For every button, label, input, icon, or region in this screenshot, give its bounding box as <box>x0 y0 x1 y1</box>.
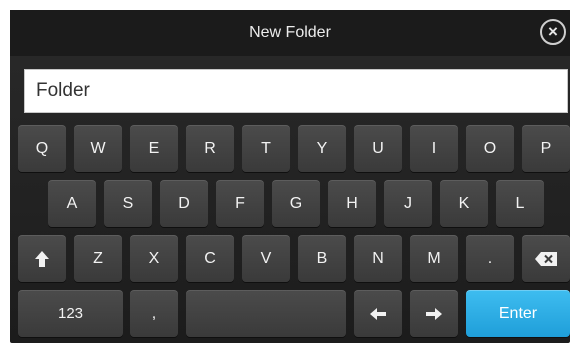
backspace-key[interactable] <box>522 235 570 282</box>
key-period[interactable]: . <box>466 235 514 282</box>
key-h[interactable]: H <box>328 180 376 227</box>
left-arrow-key[interactable] <box>354 290 402 337</box>
key-d[interactable]: D <box>160 180 208 227</box>
key-q[interactable]: Q <box>18 125 66 172</box>
key-w[interactable]: W <box>74 125 122 172</box>
key-e[interactable]: E <box>130 125 178 172</box>
key-m[interactable]: M <box>410 235 458 282</box>
key-z[interactable]: Z <box>74 235 122 282</box>
right-arrow-key[interactable] <box>410 290 458 337</box>
key-x[interactable]: X <box>130 235 178 282</box>
key-s[interactable]: S <box>104 180 152 227</box>
key-r[interactable]: R <box>186 125 234 172</box>
key-b[interactable]: B <box>298 235 346 282</box>
key-v[interactable]: V <box>242 235 290 282</box>
shift-key[interactable] <box>18 235 66 282</box>
space-key[interactable] <box>186 290 346 337</box>
dialog-titlebar: New Folder × <box>10 10 570 56</box>
key-g[interactable]: G <box>272 180 320 227</box>
key-c[interactable]: C <box>186 235 234 282</box>
arrow-left-icon <box>370 307 386 320</box>
key-l[interactable]: L <box>496 180 544 227</box>
arrow-right-icon <box>426 307 442 320</box>
key-comma[interactable]: , <box>130 290 178 337</box>
folder-name-input[interactable]: Folder <box>24 69 568 113</box>
key-f[interactable]: F <box>216 180 264 227</box>
close-icon: × <box>548 22 558 41</box>
mouse-cursor-icon <box>16 0 28 11</box>
key-o[interactable]: O <box>466 125 514 172</box>
key-k[interactable]: K <box>440 180 488 227</box>
key-a[interactable]: A <box>48 180 96 227</box>
dialog-title: New Folder <box>249 24 331 41</box>
key-u[interactable]: U <box>354 125 402 172</box>
numbers-key[interactable]: 123 <box>18 290 123 337</box>
key-t[interactable]: T <box>242 125 290 172</box>
close-button[interactable]: × <box>540 19 566 45</box>
key-p[interactable]: P <box>522 125 570 172</box>
backspace-icon <box>535 251 557 266</box>
key-n[interactable]: N <box>354 235 402 282</box>
key-i[interactable]: I <box>410 125 458 172</box>
key-j[interactable]: J <box>384 180 432 227</box>
enter-button[interactable]: Enter <box>466 290 570 337</box>
key-y[interactable]: Y <box>298 125 346 172</box>
shift-arrow-icon <box>35 250 49 267</box>
